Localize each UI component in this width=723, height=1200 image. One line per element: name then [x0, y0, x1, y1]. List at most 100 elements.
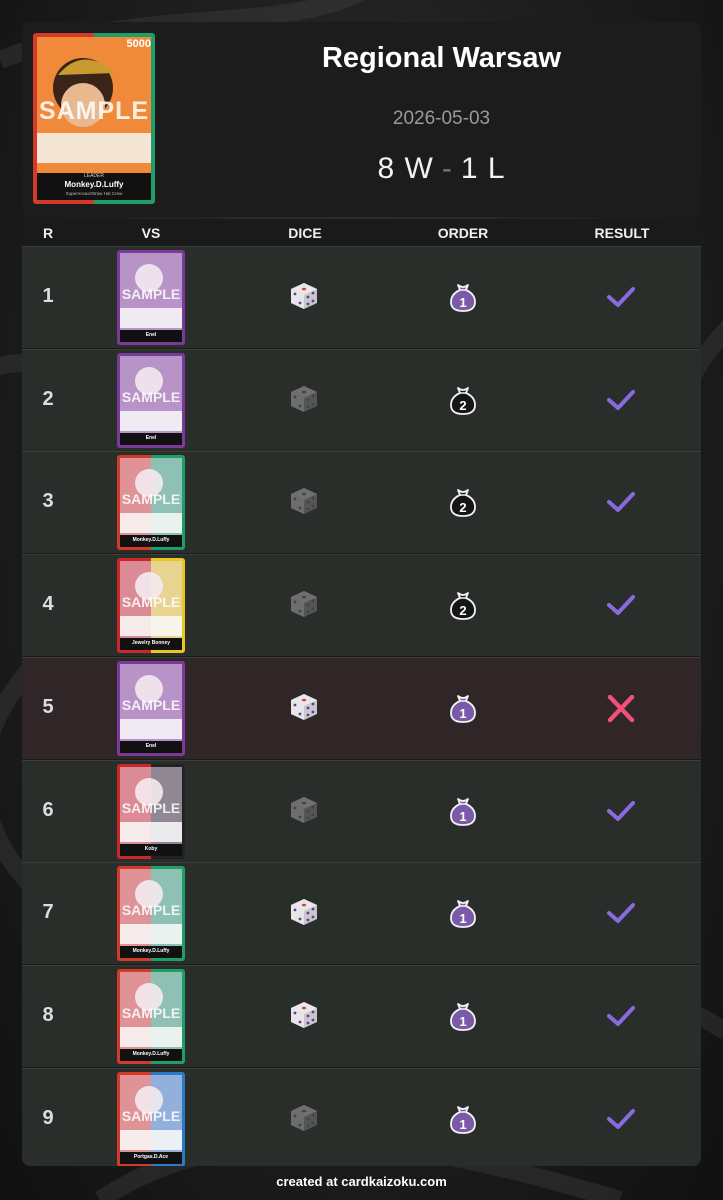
event-date: 2026-05-03 [392, 108, 491, 129]
win-check-icon [606, 387, 636, 415]
opponent-leader-card[interactable]: SAMPLE Koby [117, 763, 185, 859]
loss-cross-icon [606, 694, 636, 723]
order-second-icon: 2 [447, 486, 479, 518]
opponent-name: Monkey.D.Luffy [132, 537, 170, 544]
round-number: 5 [42, 695, 54, 718]
header-dice: DICE [288, 225, 322, 241]
dice-lost-icon [290, 487, 318, 515]
record-separator: - [441, 152, 453, 185]
round-number: 9 [42, 1106, 54, 1129]
dice-won-icon [290, 693, 318, 721]
order-first-icon: 1 [447, 1103, 479, 1135]
win-check-icon [606, 798, 636, 826]
round-number: 6 [42, 798, 54, 821]
opponent-name: Monkey.D.Luffy [132, 1050, 170, 1057]
losses-count: 1 L [460, 152, 506, 185]
opponent-name: Enel [145, 742, 157, 749]
win-check-icon [606, 1106, 636, 1134]
leader-power: 5000 [126, 38, 151, 50]
round-number: 4 [42, 593, 54, 616]
table-row[interactable]: 3 SAMPLE Monkey.D.Luffy 2 [22, 451, 701, 554]
dice-lost-icon [290, 590, 318, 618]
dice-lost-icon [290, 385, 318, 413]
order-number: 1 [459, 1013, 467, 1029]
sample-watermark: SAMPLE [121, 696, 181, 713]
sample-watermark: SAMPLE [121, 799, 181, 816]
sample-watermark: SAMPLE [121, 594, 181, 611]
win-check-icon [606, 284, 636, 312]
dice-lost-icon [290, 1104, 318, 1132]
order-number: 1 [459, 705, 467, 721]
table-header: R VS DICE ORDER RESULT [22, 219, 701, 246]
table-row[interactable]: 7 SAMPLE Monkey.D.Luffy 1 [22, 862, 701, 965]
order-number: 1 [459, 911, 467, 927]
win-check-icon [606, 592, 636, 620]
opponent-leader-card[interactable]: SAMPLE Enel [117, 352, 185, 448]
sample-watermark: SAMPLE [121, 491, 181, 508]
opponent-leader-card[interactable]: SAMPLE Monkey.D.Luffy [117, 968, 185, 1064]
sample-watermark: SAMPLE [38, 97, 150, 125]
order-number: 1 [459, 295, 467, 310]
table-row[interactable]: 6 SAMPLE Koby 1 [22, 759, 701, 862]
dice-lost-icon [290, 796, 318, 824]
round-number: 2 [42, 387, 54, 410]
round-number: 1 [42, 285, 54, 307]
order-first-icon: 1 [447, 1000, 479, 1032]
order-number: 2 [459, 603, 467, 619]
header-vs: VS [141, 225, 161, 241]
leader-subtitle: Supernovas/Straw Hat Crew [65, 191, 123, 196]
sample-watermark: SAMPLE [121, 388, 181, 405]
table-row[interactable]: 1 SAMPLE Enel 1 [22, 246, 701, 348]
order-number: 1 [459, 1116, 467, 1132]
rounds-table: R VS DICE ORDER RESULT 1 SAMPLE Enel 1 2 SAMP… [22, 219, 701, 1166]
order-first-icon: 1 [447, 795, 479, 827]
round-number: 7 [42, 901, 54, 924]
sample-watermark: SAMPLE [121, 1107, 181, 1124]
order-number: 2 [459, 500, 467, 516]
leader-type-label: LEADER [83, 173, 104, 179]
table-row[interactable]: 8 SAMPLE Monkey.D.Luffy 1 [22, 964, 701, 1067]
table-row[interactable]: 9 SAMPLE Portgas.D.Ace 1 [22, 1067, 701, 1166]
opponent-name: Enel [145, 332, 157, 338]
leader-name: Monkey.D.Luffy [64, 180, 124, 189]
opponent-leader-card[interactable]: SAMPLE Portgas.D.Ace [117, 1071, 185, 1166]
win-check-icon [606, 900, 636, 928]
opponent-name: Monkey.D.Luffy [132, 948, 170, 955]
sample-watermark: SAMPLE [121, 1004, 181, 1021]
record: 8 W-1 L [182, 152, 701, 186]
event-title: Regional Warsaw [321, 42, 562, 74]
header-round: R [42, 225, 54, 241]
round-number: 3 [42, 490, 54, 513]
dice-won-icon [290, 898, 318, 926]
opponent-leader-card[interactable]: SAMPLE Enel [117, 660, 185, 756]
table-row[interactable]: 5 SAMPLE Enel 1 [22, 656, 701, 759]
opponent-leader-card[interactable]: SAMPLE Jewelry Bonney [117, 558, 185, 654]
sample-watermark: SAMPLE [121, 286, 181, 302]
dice-won-icon [290, 1001, 318, 1029]
round-number: 8 [42, 1003, 54, 1026]
wins-count: 8 W [377, 152, 434, 185]
win-check-icon [606, 1003, 636, 1031]
leader-card[interactable]: 5000 SAMPLE LEADER Monkey.D.Luffy Supern… [33, 33, 155, 204]
order-first-icon: 1 [447, 281, 479, 313]
order-number: 1 [459, 808, 467, 824]
opponent-name: Portgas.D.Ace [133, 1153, 169, 1160]
header-order: ORDER [437, 225, 489, 241]
table-row[interactable]: 2 SAMPLE Enel 2 [22, 348, 701, 451]
opponent-leader-card[interactable]: SAMPLE Monkey.D.Luffy [117, 866, 185, 962]
sample-watermark: SAMPLE [121, 902, 181, 919]
order-second-icon: 2 [447, 589, 479, 621]
opponent-name: Jewelry Bonney [131, 640, 171, 647]
order-number: 2 [459, 397, 467, 413]
footer-credit: created at cardkaizoku.com [276, 1174, 447, 1189]
header-result: RESULT [594, 225, 650, 241]
dice-won-icon [290, 282, 318, 310]
opponent-leader-card[interactable]: SAMPLE Monkey.D.Luffy [117, 455, 185, 551]
table-row[interactable]: 4 SAMPLE Jewelry Bonney 2 [22, 554, 701, 657]
order-first-icon: 1 [447, 897, 479, 929]
opponent-leader-card[interactable]: SAMPLE Enel [117, 250, 185, 345]
opponent-name: Enel [145, 434, 157, 441]
opponent-name: Koby [144, 845, 158, 852]
win-check-icon [606, 489, 636, 517]
order-first-icon: 1 [447, 692, 479, 724]
